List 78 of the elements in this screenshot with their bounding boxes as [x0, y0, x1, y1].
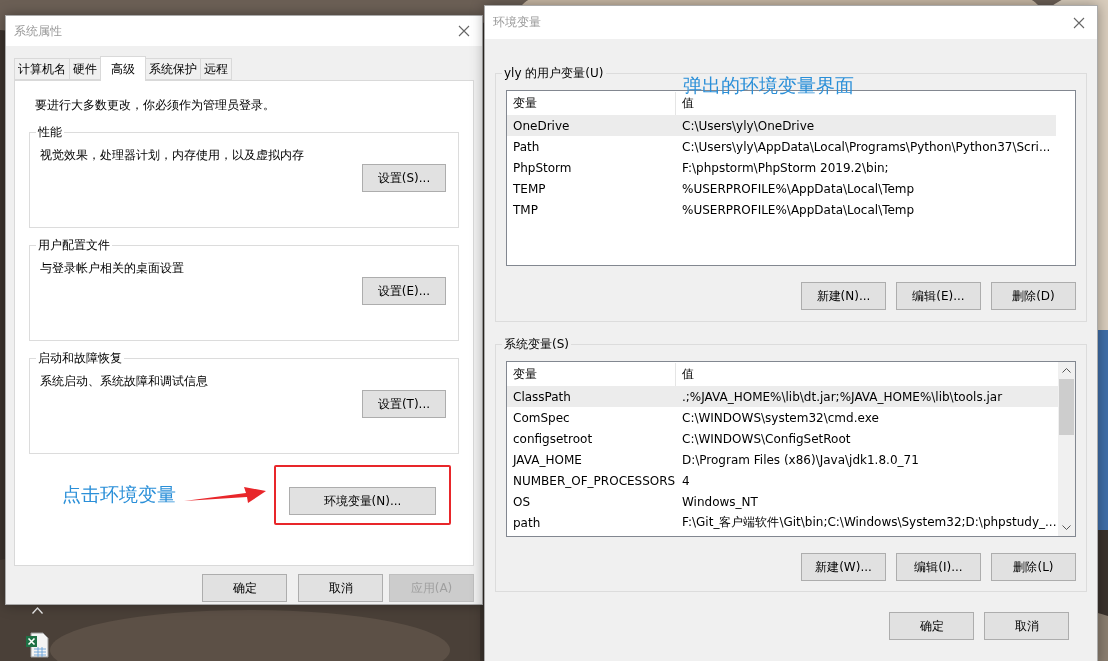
table-cell-text: Windows_NT [681, 494, 759, 509]
dialog-button[interactable]: 确定 [202, 574, 287, 602]
variable-row[interactable]: OneDrive C:\Users\yly\OneDrive [507, 115, 1056, 136]
settings-button[interactable]: 设置(E)... [362, 277, 446, 305]
table-cell-text: Path [512, 139, 541, 154]
table-cell-text: ComSpec [512, 410, 571, 425]
table-cell-text: D:\Program Files (x86)\Java\jdk1.8.0_71 [681, 452, 920, 467]
window-title: 环境变量 [493, 14, 541, 31]
settings-button[interactable]: 设置(T)... [362, 390, 446, 418]
table-cell-text: C:\Users\yly\OneDrive [681, 118, 816, 133]
tab[interactable]: 远程 [200, 58, 232, 80]
table-cell-text: 4 [681, 473, 691, 488]
variable-action-button[interactable]: 删除(L) [991, 553, 1076, 581]
table-cell-text: TMP [512, 202, 539, 217]
table-cell-text: C:\WINDOWS\system32\cmd.exe [681, 410, 880, 425]
group-title: 启动和故障恢复 [37, 350, 123, 367]
close-icon [458, 25, 470, 37]
variable-row[interactable]: ComSpec C:\WINDOWS\system32\cmd.exe [507, 407, 1058, 428]
table-cell-text: .;%JAVA_HOME%\lib\dt.jar;%JAVA_HOME%\lib\tools.jar [681, 389, 1004, 404]
column-header[interactable]: 值 [676, 363, 1058, 386]
group-title: 性能 [37, 124, 63, 141]
settings-button[interactable]: 设置(S)... [362, 164, 446, 192]
variable-row[interactable]: TEMP %USERPROFILE%\AppData\Local\Temp [507, 178, 1056, 199]
group-title: yly 的用户变量(U) [503, 65, 605, 82]
variable-row[interactable]: Path C:\Users\yly\AppData\Local\Programs\Python\Python37\Scri... [507, 136, 1056, 157]
variable-row[interactable]: PhpStorm F:\phpstorm\PhpStorm 2019.2\bin; [507, 157, 1056, 178]
table-cell-text: OneDrive [512, 118, 571, 133]
variable-action-button[interactable]: 新建(W)... [801, 553, 886, 581]
dialog-button[interactable]: 取消 [298, 574, 383, 602]
table-cell-text: F:\Git_客户端软件\Git\bin;C:\Windows\System32;D:\phpstudy_... [681, 514, 1058, 531]
variable-action-button[interactable]: 新建(N)... [801, 282, 886, 310]
tab[interactable]: 硬件 [69, 58, 101, 80]
variable-row[interactable]: ClassPath .;%JAVA_HOME%\lib\dt.jar;%JAVA_HOME%\lib\tools.jar [507, 386, 1058, 407]
table-cell-text: ClassPath [512, 389, 572, 404]
group-description: 视觉效果，处理器计划，内存使用，以及虚拟内存 [40, 147, 305, 164]
table-cell-text: OS [512, 494, 532, 509]
annotation-text: 弹出的环境变量界面 [683, 73, 854, 97]
variable-row[interactable]: JAVA_HOME D:\Program Files (x86)\Java\jdk1.8.0_71 [507, 449, 1058, 470]
tab[interactable]: 计算机名 [14, 58, 70, 80]
group-title: 用户配置文件 [37, 237, 111, 254]
table-cell-text: %USERPROFILE%\AppData\Local\Temp [681, 181, 916, 196]
table-cell-text: configsetroot [512, 431, 594, 446]
group-title: 系统变量(S) [503, 336, 570, 353]
scroll-thumb[interactable] [1059, 379, 1074, 435]
chevron-icon[interactable] [32, 607, 43, 614]
scroll-down-icon[interactable] [1062, 525, 1071, 530]
close-button[interactable] [456, 23, 472, 39]
table-cell-text: F:\phpstorm\PhpStorm 2019.2\bin; [681, 160, 890, 175]
tab[interactable]: 系统保护 [145, 58, 201, 80]
scrollbar[interactable] [1058, 362, 1075, 536]
close-icon [1073, 16, 1085, 29]
window-title: 系统属性 [14, 22, 62, 40]
group-description: 与登录帐户相关的桌面设置 [40, 260, 185, 277]
scroll-up-icon[interactable] [1062, 368, 1071, 373]
dialog-button[interactable]: 确定 [889, 612, 974, 640]
annotation-text: 点击环境变量 [62, 482, 176, 507]
table-cell-text: C:\Users\yly\AppData\Local\Programs\Python\Python37\Scri... [681, 139, 1052, 154]
table-cell-text: JAVA_HOME [511, 452, 583, 467]
dialog-button[interactable]: 取消 [984, 612, 1069, 640]
environment-variables-button[interactable]: 环境变量(N)... [289, 487, 436, 515]
group-description: 系统启动、系统故障和调试信息 [40, 373, 209, 390]
variable-action-button[interactable]: 编辑(I)... [896, 553, 981, 581]
tab[interactable]: 高级 [100, 56, 146, 81]
variable-action-button[interactable]: 删除(D) [991, 282, 1076, 310]
variable-row[interactable]: NUMBER_OF_PROCESSORS 4 [507, 470, 1058, 491]
variable-row[interactable]: path F:\Git_客户端软件\Git\bin;C:\Windows\System32;D:\phpstudy_... [507, 512, 1058, 533]
table-cell-text: %USERPROFILE%\AppData\Local\Temp [681, 202, 916, 217]
table-cell-text: TEMP [512, 181, 547, 196]
variable-row[interactable]: configsetroot C:\WINDOWS\ConfigSetRoot [507, 428, 1058, 449]
notice-text: 要进行大多数更改，你必须作为管理员登录。 [35, 97, 276, 114]
variable-row[interactable]: TMP %USERPROFILE%\AppData\Local\Temp [507, 199, 1056, 220]
spreadsheet-file-icon[interactable] [25, 632, 49, 658]
table-cell-text: NUMBER_OF_PROCESSORS [512, 473, 676, 488]
variable-action-button[interactable]: 编辑(E)... [896, 282, 981, 310]
table-cell-text: PhpStorm [512, 160, 573, 175]
table-cell-text: C:\WINDOWS\ConfigSetRoot [681, 431, 852, 446]
table-cell-text: path [512, 515, 542, 530]
variable-row[interactable]: OS Windows_NT [507, 491, 1058, 512]
